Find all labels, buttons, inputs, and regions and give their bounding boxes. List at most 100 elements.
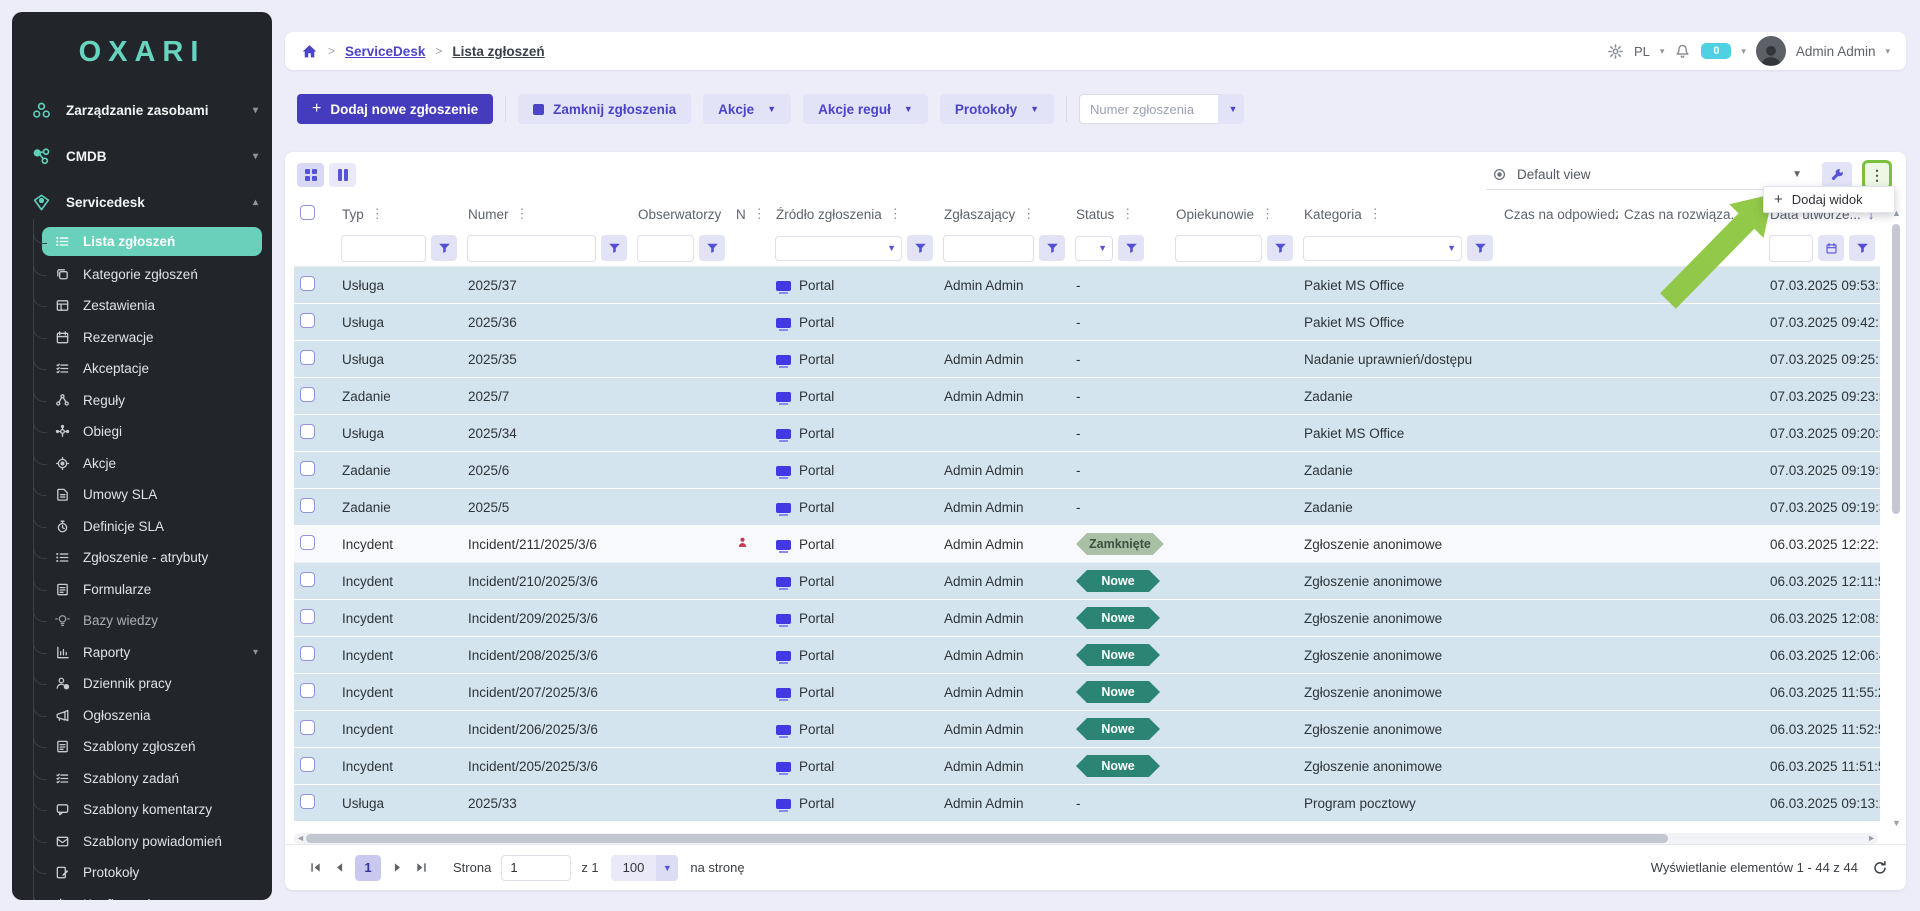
sidebar-item-raporty[interactable]: Raporty▾	[12, 637, 272, 669]
ticket-number-dropdown-button[interactable]: ▼	[1218, 94, 1244, 124]
current-page-button[interactable]: 1	[355, 855, 381, 881]
page-number-input[interactable]	[501, 855, 571, 881]
row-checkbox[interactable]	[300, 276, 315, 291]
ticket-row-2025-33[interactable]: Usługa2025/33PortalAdmin Admin-Program p…	[294, 785, 1880, 822]
ticket-row-incident-193-2025-3-3[interactable]: IncydentIncident/193/2025/3/3PortalAdmin…	[294, 822, 1880, 823]
page-size-select[interactable]: 100 ▼	[611, 855, 679, 881]
add-ticket-button[interactable]: + Dodaj nowe zgłoszenie	[297, 94, 493, 124]
ticket-row-incident-211-2025-3-6[interactable]: IncydentIncident/211/2025/3/6PortalAdmin…	[294, 526, 1880, 563]
sidebar-item-servicedesk[interactable]: Servicedesk▴	[12, 179, 272, 225]
ticket-row-2025-34[interactable]: Usługa2025/34Portal-Pakiet MS Office07.0…	[294, 415, 1880, 452]
avatar[interactable]	[1756, 36, 1786, 66]
sidebar-item-ogloszenia[interactable]: Ogłoszenia	[12, 700, 272, 732]
row-checkbox[interactable]	[300, 535, 315, 550]
row-checkbox[interactable]	[300, 720, 315, 735]
sidebar-item-protokoly[interactable]: Protokoły	[12, 857, 272, 889]
sidebar-item-reguly[interactable]: Reguły	[12, 385, 272, 417]
column-menu-icon[interactable]: ⋮	[728, 206, 730, 222]
sidebar-item-formularze[interactable]: Formularze	[12, 574, 272, 606]
sidebar-item-akceptacje[interactable]: Akceptacje	[12, 353, 272, 385]
sidebar-item-szablony-zgloszen[interactable]: Szablony zgłoszeń	[12, 731, 272, 763]
row-checkbox[interactable]	[300, 646, 315, 661]
sidebar-item-konfiguracja[interactable]: Konfiguracja	[12, 889, 272, 901]
view-select[interactable]: Default view ▼	[1486, 161, 1808, 190]
refresh-icon[interactable]	[1872, 860, 1888, 876]
row-checkbox[interactable]	[300, 498, 315, 513]
scroll-down-arrow[interactable]: ▼	[1891, 818, 1902, 828]
column-header-czas_roz[interactable]: Czas na rozwiąza...⋮	[1618, 198, 1764, 230]
scroll-left-arrow[interactable]: ◄	[296, 833, 305, 844]
previous-page-button[interactable]	[327, 856, 351, 880]
column-filter-select[interactable]	[775, 236, 902, 261]
vertical-scrollbar-thumb[interactable]	[1892, 224, 1900, 514]
column-menu-icon[interactable]: ⋮	[889, 206, 902, 222]
filter-funnel-button[interactable]	[431, 235, 457, 261]
column-filter-input[interactable]	[341, 235, 426, 262]
user-menu[interactable]: Admin Admin	[1796, 44, 1876, 59]
row-checkbox[interactable]	[300, 313, 315, 328]
ticket-row-incident-209-2025-3-6[interactable]: IncydentIncident/209/2025/3/6PortalAdmin…	[294, 600, 1880, 637]
column-header-n[interactable]: N⋮	[730, 198, 770, 230]
sidebar-item-rezerwacje[interactable]: Rezerwacje	[12, 322, 272, 354]
columns-view-button[interactable]	[329, 163, 356, 187]
vertical-scrollbar[interactable]: ▲ ▼	[1891, 208, 1902, 828]
calendar-filter-button[interactable]	[1818, 235, 1844, 261]
next-page-button[interactable]	[385, 856, 409, 880]
ticket-row-2025-36[interactable]: Usługa2025/36Portal-Pakiet MS Office07.0…	[294, 304, 1880, 341]
column-filter-input[interactable]	[1175, 235, 1262, 262]
filter-funnel-button[interactable]	[699, 235, 725, 261]
filter-funnel-button[interactable]	[1039, 235, 1065, 261]
column-header-typ[interactable]: Typ⋮	[336, 198, 462, 230]
column-menu-icon[interactable]: ⋮	[753, 206, 766, 222]
sidebar-item-definicje-sla[interactable]: Definicje SLA	[12, 511, 272, 543]
column-header-status[interactable]: Status⋮	[1070, 198, 1170, 230]
column-filter-input[interactable]	[637, 235, 694, 262]
filter-funnel-button[interactable]	[1467, 235, 1493, 261]
sidebar-item-dziennik-pracy[interactable]: Dziennik pracy	[12, 668, 272, 700]
sidebar-item-umowy-sla[interactable]: Umowy SLA	[12, 479, 272, 511]
filter-funnel-button[interactable]	[601, 235, 627, 261]
row-checkbox[interactable]	[300, 350, 315, 365]
column-filter-input[interactable]	[943, 235, 1034, 262]
notification-count-badge[interactable]: 0	[1701, 43, 1731, 59]
sidebar-item-szablony-powiadomien[interactable]: Szablony powiadomień	[12, 826, 272, 858]
home-icon[interactable]	[301, 43, 318, 60]
ticket-row-2025-6[interactable]: Zadanie2025/6PortalAdmin Admin-Zadanie07…	[294, 452, 1880, 489]
column-menu-icon[interactable]: ⋮	[371, 206, 384, 222]
horizontal-scrollbar-thumb[interactable]	[306, 834, 1668, 843]
grid-view-button[interactable]	[297, 163, 324, 187]
sidebar-item-obiegi[interactable]: Obiegi	[12, 416, 272, 448]
ticket-number-input[interactable]	[1079, 94, 1218, 124]
filter-funnel-button[interactable]	[907, 235, 933, 261]
sidebar-item-szablony-komentarzy[interactable]: Szablony komentarzy	[12, 794, 272, 826]
column-header-kategoria[interactable]: Kategoria⋮	[1298, 198, 1498, 230]
row-checkbox[interactable]	[300, 461, 315, 476]
column-filter-select[interactable]	[1075, 236, 1113, 261]
chevron-down-icon[interactable]: ▾	[1660, 46, 1665, 57]
akcje-menu-button[interactable]: Akcje ▼	[703, 94, 791, 124]
first-page-button[interactable]	[303, 856, 327, 880]
chevron-down-icon[interactable]: ▾	[1741, 46, 1746, 57]
sidebar-item-kategorie-zgloszen[interactable]: Kategorie zgłoszeń	[12, 259, 272, 291]
breadcrumb-current-page[interactable]: Lista zgłoszeń	[452, 44, 544, 59]
filter-funnel-button[interactable]	[1267, 235, 1293, 261]
sidebar-item-akcje[interactable]: Akcje	[12, 448, 272, 480]
sidebar-item-zgloszenie-atrybuty[interactable]: Zgłoszenie - atrybuty	[12, 542, 272, 574]
ticket-row-incident-205-2025-3-6[interactable]: IncydentIncident/205/2025/3/6PortalAdmin…	[294, 748, 1880, 785]
gear-icon[interactable]	[1607, 43, 1624, 60]
last-page-button[interactable]	[409, 856, 433, 880]
ticket-row-incident-210-2025-3-6[interactable]: IncydentIncident/210/2025/3/6PortalAdmin…	[294, 563, 1880, 600]
column-menu-icon[interactable]: ⋮	[1369, 206, 1382, 222]
protokoly-menu-button[interactable]: Protokoły ▼	[940, 94, 1054, 124]
sidebar-item-szablony-zadan[interactable]: Szablony zadań	[12, 763, 272, 795]
column-menu-icon[interactable]: ⋮	[1261, 206, 1274, 222]
column-menu-icon[interactable]: ⋮	[516, 206, 529, 222]
row-checkbox[interactable]	[300, 387, 315, 402]
row-checkbox[interactable]	[300, 683, 315, 698]
bell-icon[interactable]	[1674, 43, 1691, 60]
sidebar-item-zarzadzanie-zasobami[interactable]: Zarządzanie zasobami▾	[12, 87, 272, 133]
horizontal-scrollbar[interactable]: ◄ ►	[294, 833, 1878, 844]
ticket-row-incident-207-2025-3-6[interactable]: IncydentIncident/207/2025/3/6PortalAdmin…	[294, 674, 1880, 711]
close-tickets-button[interactable]: Zamknij zgłoszenia	[518, 94, 691, 124]
row-checkbox[interactable]	[300, 424, 315, 439]
